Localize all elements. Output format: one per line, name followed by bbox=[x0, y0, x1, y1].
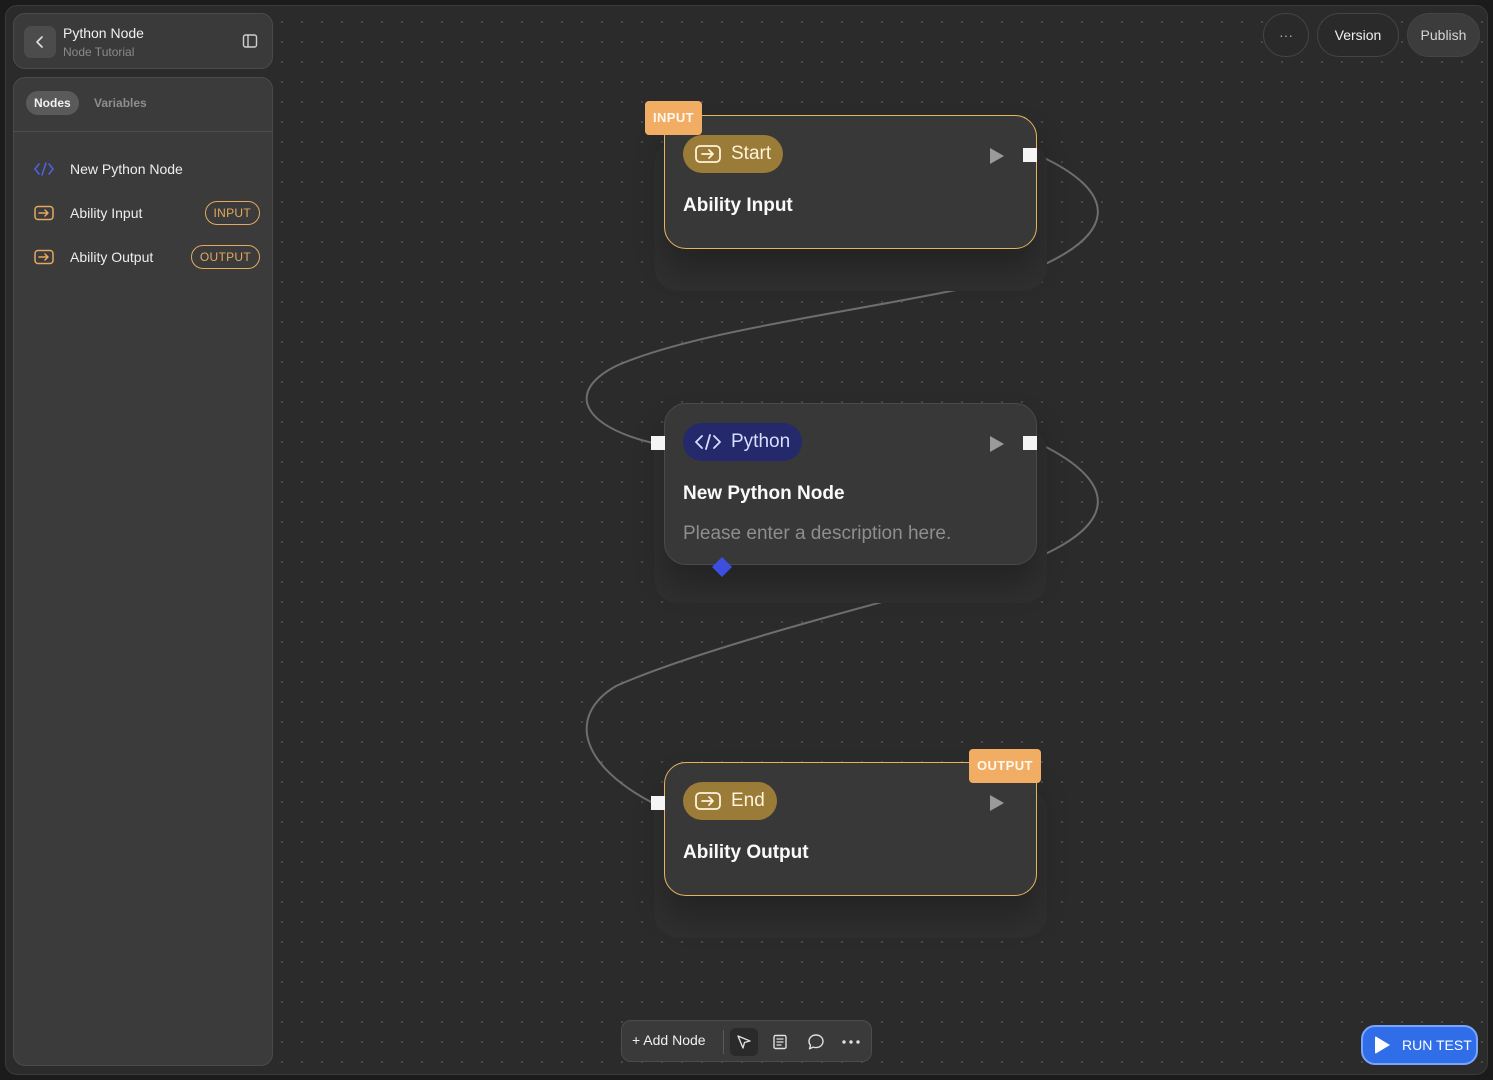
run-test-label: RUN TEST bbox=[1402, 1037, 1472, 1053]
comment-icon bbox=[808, 1034, 824, 1050]
input-badge: INPUT bbox=[204, 201, 260, 225]
note-tool-button[interactable] bbox=[766, 1028, 794, 1056]
run-test-button[interactable]: RUN TEST bbox=[1361, 1025, 1478, 1065]
tab-nodes[interactable]: Nodes bbox=[26, 91, 79, 115]
canvas-toolbar: + Add Node bbox=[621, 1020, 872, 1062]
more-tools-button[interactable] bbox=[837, 1028, 865, 1056]
input-arrow-icon bbox=[34, 205, 54, 221]
pointer-icon bbox=[737, 1035, 751, 1049]
code-icon bbox=[34, 162, 54, 176]
input-arrow-icon bbox=[695, 792, 721, 810]
python-type-pill: Python bbox=[683, 423, 803, 461]
sidebar-item-label: Ability Output bbox=[70, 249, 154, 265]
input-port-icon[interactable] bbox=[651, 436, 665, 450]
sidebar-tabs: Nodes Variables bbox=[14, 78, 272, 132]
python-node-description: Please enter a description here. bbox=[683, 523, 952, 544]
chevron-left-icon bbox=[36, 36, 43, 48]
input-arrow-icon bbox=[695, 145, 721, 163]
diamond-handle-icon[interactable] bbox=[711, 556, 733, 578]
start-type-label: Start bbox=[731, 143, 772, 164]
python-node-title: New Python Node bbox=[683, 483, 845, 504]
input-tag: INPUT bbox=[645, 101, 702, 135]
input-arrow-icon bbox=[34, 249, 54, 265]
output-port-icon[interactable] bbox=[1023, 148, 1037, 162]
end-type-pill: End bbox=[683, 782, 777, 820]
play-icon bbox=[1375, 1036, 1390, 1054]
project-title: Python Node bbox=[63, 25, 144, 41]
sidebar-item-label: Ability Input bbox=[70, 205, 143, 221]
output-tag: OUTPUT bbox=[969, 749, 1041, 783]
sidebar-item-new-python-node[interactable]: New Python Node bbox=[14, 149, 272, 189]
project-header: Python Node Node Tutorial bbox=[13, 13, 273, 69]
start-type-pill: Start bbox=[683, 135, 784, 173]
project-subtitle: Node Tutorial bbox=[63, 45, 135, 59]
start-node[interactable]: Start Ability Input bbox=[664, 115, 1037, 249]
python-type-label: Python bbox=[731, 431, 791, 452]
add-node-button[interactable]: + Add Node bbox=[632, 1032, 706, 1048]
comment-tool-button[interactable] bbox=[802, 1028, 830, 1056]
back-button[interactable] bbox=[24, 26, 56, 58]
more-options-button[interactable]: ··· bbox=[1263, 13, 1309, 57]
sidebar-item-ability-input[interactable]: Ability Input INPUT bbox=[14, 193, 272, 233]
code-icon bbox=[695, 434, 721, 450]
play-icon[interactable] bbox=[990, 148, 1004, 164]
python-node[interactable]: Python New Python Node Please enter a de… bbox=[664, 403, 1037, 565]
start-node-title: Ability Input bbox=[683, 195, 793, 216]
input-port-icon[interactable] bbox=[651, 796, 665, 810]
sidebar-item-ability-output[interactable]: Ability Output OUTPUT bbox=[14, 237, 272, 277]
play-icon[interactable] bbox=[990, 436, 1004, 452]
end-type-label: End bbox=[731, 790, 765, 811]
ellipsis-icon bbox=[842, 1040, 860, 1044]
sidebar-item-label: New Python Node bbox=[70, 161, 183, 177]
publish-button[interactable]: Publish bbox=[1407, 13, 1480, 57]
toolbar-divider bbox=[723, 1030, 724, 1054]
sidebar: Nodes Variables New Python Node Ability … bbox=[13, 77, 273, 1066]
play-icon[interactable] bbox=[990, 795, 1004, 811]
tab-variables[interactable]: Variables bbox=[86, 91, 155, 115]
version-button[interactable]: Version bbox=[1317, 13, 1399, 57]
output-badge: OUTPUT bbox=[190, 245, 260, 269]
end-node-title: Ability Output bbox=[683, 842, 809, 863]
sidebar-toggle-icon[interactable] bbox=[242, 33, 258, 49]
output-port-icon[interactable] bbox=[1023, 436, 1037, 450]
pointer-tool-button[interactable] bbox=[730, 1028, 758, 1056]
note-icon bbox=[773, 1034, 787, 1050]
